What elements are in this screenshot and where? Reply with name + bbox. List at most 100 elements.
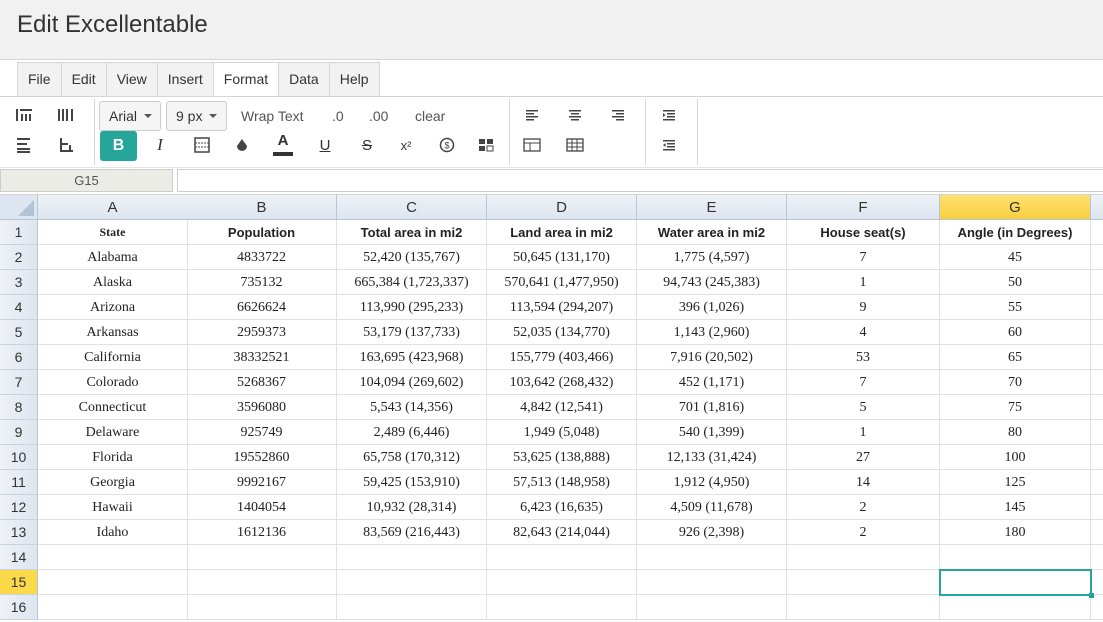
- cell-d11[interactable]: 57,513 (148,958): [487, 470, 637, 495]
- menu-help[interactable]: Help: [330, 63, 379, 96]
- cell-f8[interactable]: 5: [787, 395, 940, 420]
- insert-column-right-icon[interactable]: [56, 107, 76, 123]
- row-header-8[interactable]: 8: [0, 395, 38, 420]
- cell-b15[interactable]: [187, 570, 337, 595]
- cell-b10[interactable]: 19552860: [187, 445, 337, 470]
- cell-g10[interactable]: 100: [940, 445, 1091, 470]
- row-header-15[interactable]: 15: [0, 570, 38, 595]
- cell-reference-box[interactable]: G15: [0, 169, 173, 192]
- cell-e1[interactable]: Water area in mi2: [637, 220, 787, 245]
- cell-g14[interactable]: [940, 545, 1091, 570]
- menu-data[interactable]: Data: [279, 63, 330, 96]
- cell-f1[interactable]: House seat(s): [787, 220, 940, 245]
- menu-view[interactable]: View: [107, 63, 158, 96]
- cell-d14[interactable]: [487, 545, 637, 570]
- cell-d4[interactable]: 113,594 (294,207): [487, 295, 637, 320]
- cell-g6[interactable]: 65: [940, 345, 1091, 370]
- cell-a2[interactable]: Alabama: [38, 245, 188, 270]
- borders-icon[interactable]: [192, 135, 212, 155]
- formula-input[interactable]: [177, 169, 1103, 192]
- merge-cells-icon[interactable]: [522, 137, 542, 153]
- cell-a8[interactable]: Connecticut: [38, 395, 188, 420]
- cell-b1[interactable]: Population: [187, 220, 337, 245]
- delete-row-icon[interactable]: [14, 137, 34, 153]
- cell-a9[interactable]: Delaware: [38, 420, 188, 445]
- cell-a13[interactable]: Idaho: [38, 520, 188, 545]
- clear-format-button[interactable]: clear: [415, 108, 445, 124]
- cell-f7[interactable]: 7: [787, 370, 940, 395]
- cell-f13[interactable]: 2: [787, 520, 940, 545]
- cell-d7[interactable]: 103,642 (268,432): [487, 370, 637, 395]
- cell-c12[interactable]: 10,932 (28,314): [337, 495, 487, 520]
- currency-icon[interactable]: $: [437, 135, 457, 155]
- cell-c15[interactable]: [337, 570, 487, 595]
- cell-d12[interactable]: 6,423 (16,635): [487, 495, 637, 520]
- font-family-dropdown[interactable]: Arial: [99, 101, 161, 131]
- cell-g2[interactable]: 45: [940, 245, 1091, 270]
- row-header-1[interactable]: 1: [0, 220, 38, 245]
- fill-handle[interactable]: [1089, 593, 1094, 598]
- cell-a14[interactable]: [38, 545, 188, 570]
- cell-d8[interactable]: 4,842 (12,541): [487, 395, 637, 420]
- bold-button[interactable]: B: [100, 131, 137, 161]
- cell-g3[interactable]: 50: [940, 270, 1091, 295]
- cell-e6[interactable]: 7,916 (20,502): [637, 345, 787, 370]
- cell-e11[interactable]: 1,912 (4,950): [637, 470, 787, 495]
- cell-b8[interactable]: 3596080: [187, 395, 337, 420]
- row-header-6[interactable]: 6: [0, 345, 38, 370]
- cell-f3[interactable]: 1: [787, 270, 940, 295]
- cell-b12[interactable]: 1404054: [187, 495, 337, 520]
- cell-c16[interactable]: [337, 595, 487, 620]
- cell-e8[interactable]: 701 (1,816): [637, 395, 787, 420]
- column-header-g[interactable]: G: [940, 195, 1091, 220]
- row-header-9[interactable]: 9: [0, 420, 38, 445]
- cell-g5[interactable]: 60: [940, 320, 1091, 345]
- cell-d1[interactable]: Land area in mi2: [487, 220, 637, 245]
- cell-b2[interactable]: 4833722: [187, 245, 337, 270]
- column-header-c[interactable]: C: [337, 195, 487, 220]
- align-center-icon[interactable]: [565, 107, 585, 123]
- cell-b14[interactable]: [187, 545, 337, 570]
- cell-d15[interactable]: [487, 570, 637, 595]
- column-header-d[interactable]: D: [487, 195, 637, 220]
- cell-d3[interactable]: 570,641 (1,477,950): [487, 270, 637, 295]
- cell-a15[interactable]: [38, 570, 188, 595]
- cell-g13[interactable]: 180: [940, 520, 1091, 545]
- cell-e13[interactable]: 926 (2,398): [637, 520, 787, 545]
- cell-g16[interactable]: [940, 595, 1091, 620]
- cell-e10[interactable]: 12,133 (31,424): [637, 445, 787, 470]
- cell-b5[interactable]: 2959373: [187, 320, 337, 345]
- cell-c6[interactable]: 163,695 (423,968): [337, 345, 487, 370]
- cell-b13[interactable]: 1612136: [187, 520, 337, 545]
- cell-g12[interactable]: 145: [940, 495, 1091, 520]
- cell-f6[interactable]: 53: [787, 345, 940, 370]
- cell-b4[interactable]: 6626624: [187, 295, 337, 320]
- cell-f4[interactable]: 9: [787, 295, 940, 320]
- cell-a4[interactable]: Arizona: [38, 295, 188, 320]
- cell-b11[interactable]: 9992167: [187, 470, 337, 495]
- cell-a5[interactable]: Arkansas: [38, 320, 188, 345]
- cell-e9[interactable]: 540 (1,399): [637, 420, 787, 445]
- cell-c5[interactable]: 53,179 (137,733): [337, 320, 487, 345]
- cell-d6[interactable]: 155,779 (403,466): [487, 345, 637, 370]
- select-all-corner[interactable]: [0, 195, 38, 220]
- row-header-13[interactable]: 13: [0, 520, 38, 545]
- cell-d2[interactable]: 50,645 (131,170): [487, 245, 637, 270]
- cell-g15[interactable]: [940, 570, 1091, 595]
- cell-f5[interactable]: 4: [787, 320, 940, 345]
- indent-decrease-icon[interactable]: [659, 137, 679, 153]
- cell-e3[interactable]: 94,743 (245,383): [637, 270, 787, 295]
- strikethrough-button[interactable]: S: [357, 135, 377, 155]
- delete-column-icon[interactable]: [56, 137, 76, 153]
- cell-e14[interactable]: [637, 545, 787, 570]
- menu-insert[interactable]: Insert: [158, 63, 214, 96]
- cell-c2[interactable]: 52,420 (135,767): [337, 245, 487, 270]
- column-header-f[interactable]: F: [787, 195, 940, 220]
- cell-g1[interactable]: Angle (in Degrees): [940, 220, 1091, 245]
- cell-c4[interactable]: 113,990 (295,233): [337, 295, 487, 320]
- cell-c3[interactable]: 665,384 (1,723,337): [337, 270, 487, 295]
- cell-d10[interactable]: 53,625 (138,888): [487, 445, 637, 470]
- cell-b3[interactable]: 735132: [187, 270, 337, 295]
- row-header-10[interactable]: 10: [0, 445, 38, 470]
- row-header-16[interactable]: 16: [0, 595, 38, 620]
